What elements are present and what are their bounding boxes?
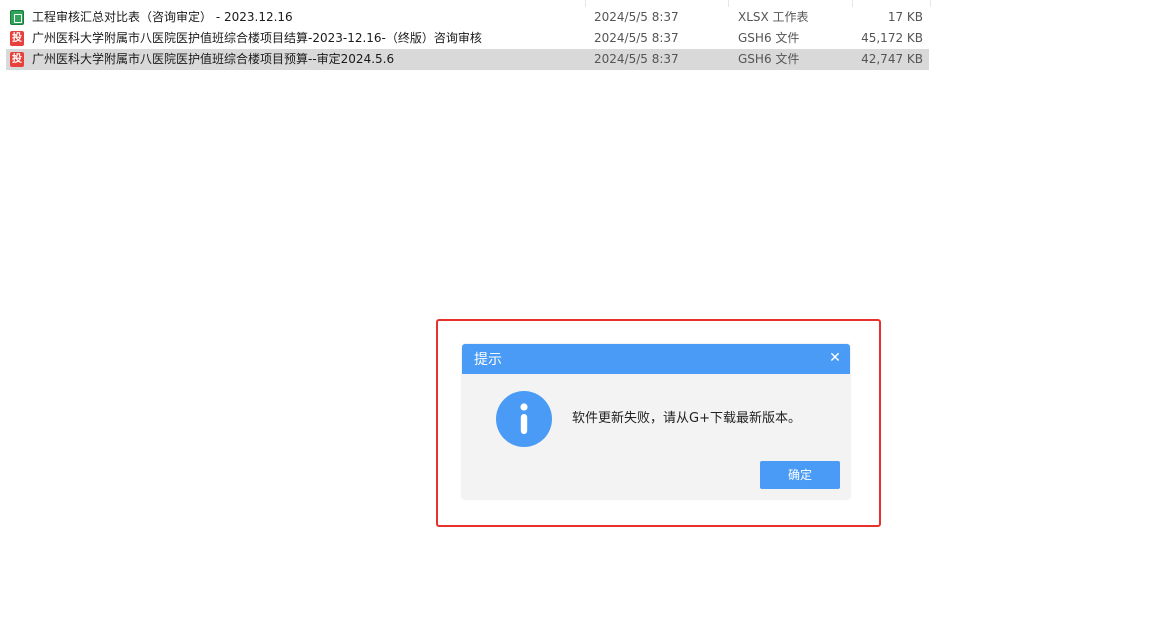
column-divider — [585, 0, 586, 7]
file-name: 广州医科大学附属市八医院医护值班综合楼项目结算-2023-12.16-（终版）咨… — [32, 31, 482, 45]
file-row-selected[interactable]: 投 广州医科大学附属市八医院医护值班综合楼项目预算--审定2024.5.6 20… — [6, 49, 929, 70]
dialog-header: 提示 ✕ — [462, 344, 850, 374]
file-type: GSH6 文件 — [738, 31, 800, 45]
file-row[interactable]: 投 广州医科大学附属市八医院医护值班综合楼项目结算-2023-12.16-（终版… — [6, 28, 929, 49]
file-list: 工程审核汇总对比表（咨询审定） - 2023.12.16 2024/5/5 8:… — [6, 7, 929, 70]
file-date: 2024/5/5 8:37 — [594, 31, 679, 45]
close-icon[interactable]: ✕ — [826, 349, 844, 367]
column-divider — [852, 0, 853, 7]
file-row[interactable]: 工程审核汇总对比表（咨询审定） - 2023.12.16 2024/5/5 8:… — [6, 7, 929, 28]
file-name: 广州医科大学附属市八医院医护值班综合楼项目预算--审定2024.5.6 — [32, 52, 395, 66]
file-type: GSH6 文件 — [738, 52, 800, 66]
info-icon — [496, 391, 552, 447]
alert-dialog: 提示 ✕ 软件更新失败，请从G+下载最新版本。 确定 — [462, 344, 850, 499]
file-size: 17 KB — [887, 10, 923, 24]
dialog-title: 提示 — [474, 352, 502, 368]
file-size: 42,747 KB — [861, 52, 923, 66]
column-divider — [930, 0, 931, 7]
file-name: 工程审核汇总对比表（咨询审定） - 2023.12.16 — [32, 10, 293, 24]
xlsx-file-icon — [10, 10, 24, 25]
file-size: 45,172 KB — [861, 31, 923, 45]
file-date: 2024/5/5 8:37 — [594, 52, 679, 66]
dialog-message: 软件更新失败，请从G+下载最新版本。 — [572, 411, 801, 426]
ok-button[interactable]: 确定 — [760, 461, 840, 489]
column-divider — [728, 0, 729, 7]
file-type: XLSX 工作表 — [738, 10, 809, 24]
gsh6-file-icon: 投 — [10, 31, 24, 46]
file-date: 2024/5/5 8:37 — [594, 10, 679, 24]
gsh6-file-icon: 投 — [10, 52, 24, 67]
